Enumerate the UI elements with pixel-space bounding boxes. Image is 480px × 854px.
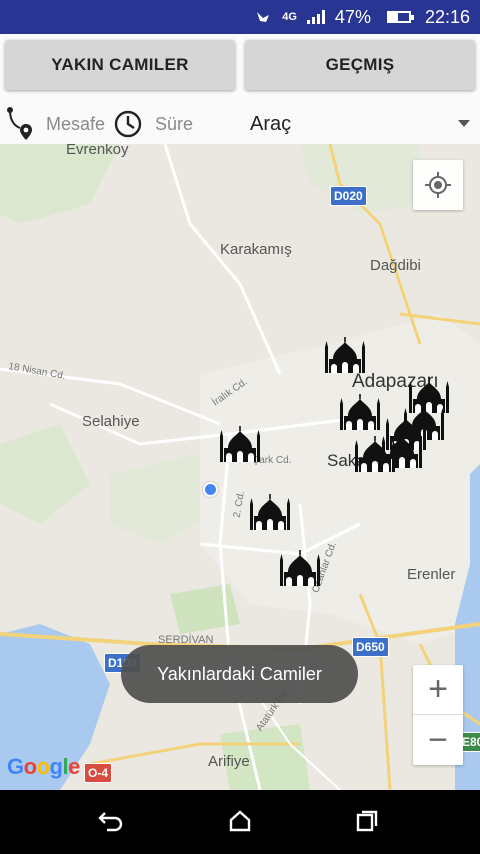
back-icon: [97, 809, 125, 838]
map-label-karakamis: Karakamış: [220, 241, 292, 258]
road-shield-o4: O-4: [84, 763, 113, 783]
road-shield-d020: D020: [330, 186, 367, 206]
minus-icon: −: [428, 720, 448, 759]
my-location-button[interactable]: [413, 160, 463, 210]
clock-icon: [113, 109, 143, 139]
signal-icon: [306, 10, 325, 24]
top-panel: YAKIN CAMILER GEÇMIŞ Mesafe Süre Araç: [0, 34, 480, 144]
map-view[interactable]: Evrenkoy Karakamış Dağdibi Adapazarı Sak…: [0, 144, 480, 790]
google-attribution: Google: [7, 754, 80, 779]
map-label-arifiye: Arifiye: [208, 753, 250, 770]
zoom-out-button[interactable]: −: [413, 715, 463, 765]
vehicle-selected: Araç: [250, 112, 292, 135]
battery-icon: [381, 11, 414, 23]
mosque-marker[interactable]: [353, 436, 397, 476]
toast-message: Yakınlardaki Camiler: [121, 645, 358, 703]
map-label-erenler: Erenler: [407, 566, 456, 583]
recents-button[interactable]: [352, 808, 382, 838]
home-icon: [228, 809, 252, 838]
duration-label: Süre: [155, 113, 194, 134]
mosque-marker[interactable]: [338, 394, 382, 434]
dropdown-arrow-icon: [458, 120, 470, 127]
road-shield-d650: D650: [352, 637, 389, 657]
plus-icon: +: [428, 670, 448, 708]
route-pin-icon: [6, 106, 36, 142]
recents-icon: [355, 809, 379, 838]
map-label-dagdibi: Dağdibi: [370, 257, 421, 274]
network-4g-icon: 4G: [282, 11, 297, 23]
battery-percent: 47%: [334, 6, 371, 27]
navigation-bar: [0, 790, 480, 854]
back-button[interactable]: [96, 808, 126, 838]
status-bar: 4G 47% 22:16: [0, 0, 480, 34]
duration-option[interactable]: Süre: [113, 104, 193, 144]
user-location-dot: [203, 482, 218, 497]
my-location-icon: [424, 171, 452, 204]
notification-icon: [254, 9, 272, 25]
mosque-marker[interactable]: [323, 337, 367, 377]
distance-option[interactable]: Mesafe: [6, 104, 105, 144]
travel-mode-row: Mesafe Süre Araç: [0, 104, 480, 144]
map-label-evrenkoy: Evrenkoy: [66, 144, 129, 158]
distance-label: Mesafe: [46, 113, 106, 134]
zoom-in-button[interactable]: +: [413, 665, 463, 715]
history-button[interactable]: GEÇMIŞ: [245, 40, 475, 90]
map-label-selahiye: Selahiye: [82, 413, 140, 430]
mosque-marker[interactable]: [278, 550, 322, 590]
vehicle-dropdown[interactable]: Araç: [250, 104, 480, 144]
nearby-mosques-button[interactable]: YAKIN CAMILER: [5, 40, 235, 90]
mosque-marker[interactable]: [248, 494, 292, 534]
home-button[interactable]: [225, 808, 255, 838]
zoom-controls: + −: [413, 665, 463, 765]
clock: 22:16: [424, 6, 470, 27]
battery-level: [388, 13, 399, 21]
mosque-marker[interactable]: [218, 426, 262, 466]
